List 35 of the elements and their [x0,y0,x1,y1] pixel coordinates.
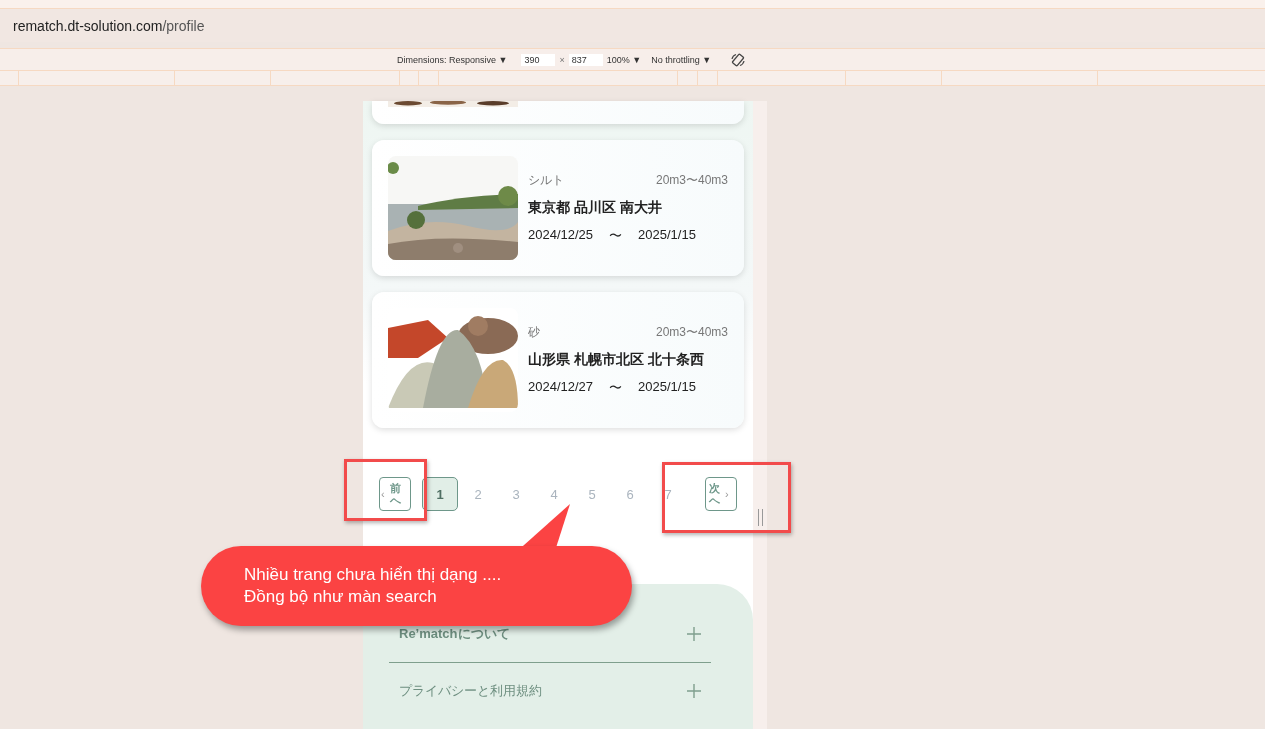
page-button[interactable]: 3 [498,477,534,511]
width-field[interactable]: 390 [521,53,556,66]
listing-card[interactable]: 砂 20m3〜40m3 山形県 札幌市北区 北十条西 2024/12/27 〜 2025/1/15 [372,292,744,428]
plus-icon[interactable] [687,684,701,698]
callout-text: Nhiều trang chưa hiển thị dạng .... Đồng bộ như màn search [244,564,502,608]
volume-label: 20m3〜40m3 [655,323,728,341]
location-title: 山形県 札幌市北区 北十条西 [528,350,705,369]
volume-label: 20m3〜40m3 [655,171,728,189]
page-button[interactable]: 7 [650,477,686,511]
end-date: 2025/1/15 [638,378,696,396]
location-title: 東京都 品川区 南大井 [528,198,663,217]
address-bar-url[interactable]: rematch.dt-solution.com/profile [13,17,205,34]
material-label: 砂 [528,323,540,341]
date-separator: 〜 [609,226,623,245]
listing-card[interactable] [372,101,744,124]
date-separator: 〜 [609,378,623,397]
dimensions-dropdown[interactable]: Dimensions: Responsive ▼ [397,54,508,65]
height-field[interactable]: 837 [568,53,603,66]
times-sign: × [559,54,565,65]
zoom-dropdown[interactable]: 100% ▼ [606,54,642,65]
page-button[interactable]: 5 [574,477,610,511]
end-date: 2025/1/15 [638,226,696,244]
start-date: 2024/12/25 [528,226,594,244]
throttling-dropdown[interactable]: No throttling ▼ [651,54,712,65]
listing-card[interactable]: シルト 20m3〜40m3 東京都 品川区 南大井 2024/12/25 〜 2025/1/15 [372,140,744,276]
rotate-icon[interactable] [731,52,746,67]
accordion-item[interactable]: Re’matchについて [399,625,510,643]
page-button[interactable]: 2 [460,477,496,511]
plus-icon[interactable] [687,627,701,641]
accordion-item[interactable]: プライバシーと利用規約 [399,682,542,700]
start-date: 2024/12/27 [528,378,594,396]
page-button[interactable]: 4 [536,477,572,511]
page-button[interactable]: 6 [612,477,648,511]
resize-handle[interactable] [758,509,763,526]
material-label: シルト [528,171,564,189]
